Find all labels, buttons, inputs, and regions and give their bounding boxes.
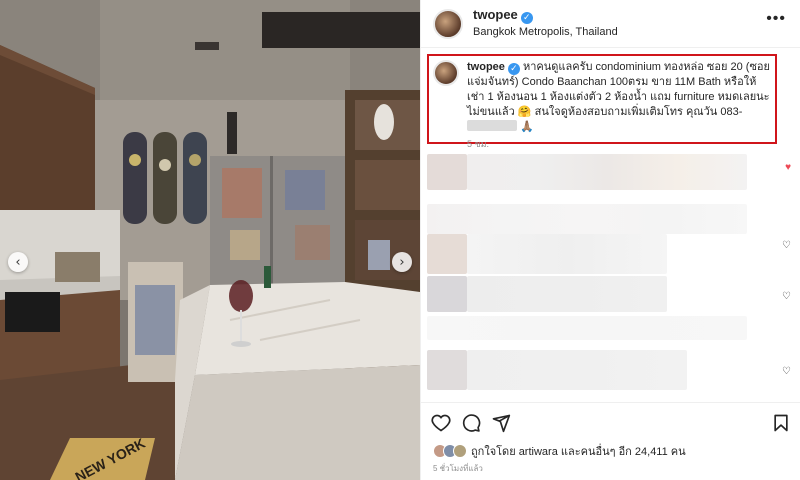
post-location[interactable]: Bangkok Metropolis, Thailand <box>473 24 618 40</box>
likes-text: ถูกใจโดย artiwara และคนอื่นๆ อีก 24,411 … <box>471 446 686 458</box>
posted-time: 5 ชั่วโมงที่แล้ว <box>433 464 483 473</box>
chevron-right-icon[interactable]: › <box>392 252 412 272</box>
verified-badge-icon: ✓ <box>507 63 520 75</box>
post-side-panel: twopee ✓ Bangkok Metropolis, Thailand •••… <box>420 0 800 480</box>
caption-emoji-end: 🙏🏽 <box>520 121 534 133</box>
header-username[interactable]: twopee <box>473 7 518 22</box>
redacted-phone <box>467 120 517 131</box>
avatar[interactable] <box>433 8 463 39</box>
post-photo[interactable]: NEW YORK ‹ › <box>0 0 420 480</box>
verified-badge-icon: ✓ <box>520 12 533 24</box>
bookmark-icon[interactable] <box>771 413 791 433</box>
caption-username[interactable]: twopee <box>467 61 505 73</box>
liker-avatar <box>453 444 467 458</box>
blurred-comments: ♥ ♡ ♡ ♡ <box>421 148 800 396</box>
post-actions-bar <box>421 402 800 442</box>
heart-icon[interactable]: ♥ <box>785 162 791 173</box>
heart-icon[interactable]: ♡ <box>782 366 791 377</box>
ellipsis-icon[interactable]: ••• <box>766 10 786 28</box>
likes-summary[interactable]: ถูกใจโดย artiwara และคนอื่นๆ อีก 24,411 … <box>433 442 686 460</box>
instagram-post-window: NEW YORK ‹ › twopee ✓ Bangkok Metropolis,… <box>0 0 800 480</box>
heart-icon[interactable] <box>431 413 451 433</box>
caption-text-line2: สนใจดูห้องสอบถามเพิ่มเติมโทร คุณวัน 083- <box>534 106 743 118</box>
caption-emoji: 🤗 <box>517 106 532 118</box>
post-caption: twopee ✓ หาคนดูแลครับ condominium ทองหล่อ… <box>433 60 771 152</box>
comment-icon[interactable] <box>461 413 481 433</box>
heart-icon[interactable]: ♡ <box>782 240 791 251</box>
chevron-left-icon[interactable]: ‹ <box>8 252 28 272</box>
caption-avatar[interactable] <box>433 60 459 86</box>
send-icon[interactable] <box>491 413 511 433</box>
heart-icon[interactable]: ♡ <box>782 291 791 302</box>
apartment-kitchen-image: NEW YORK <box>0 0 420 480</box>
post-header: twopee ✓ Bangkok Metropolis, Thailand ••• <box>421 0 800 48</box>
